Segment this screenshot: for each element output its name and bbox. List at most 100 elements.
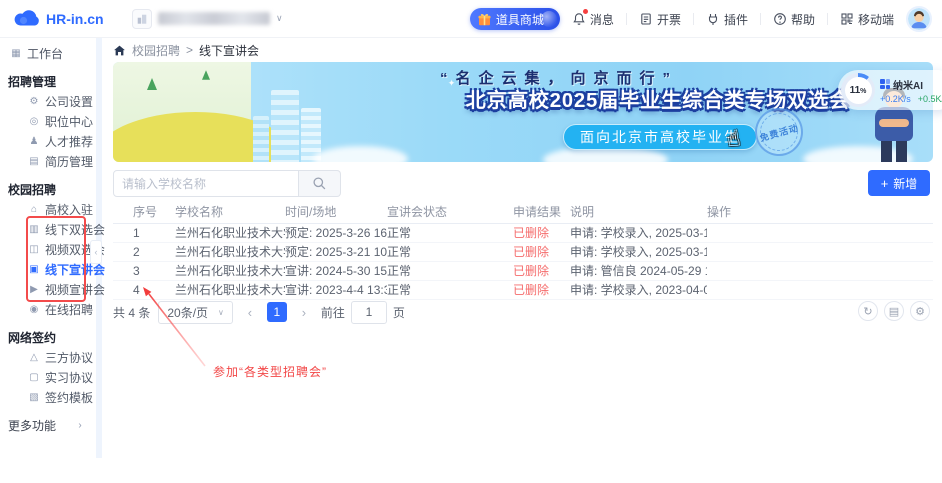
table-row[interactable]: 1 兰州石化职业技术大学 预定: 2025-3-26 16:30 正常 已删除 … <box>113 223 933 242</box>
upload-speed: +0.2K/s <box>880 94 911 104</box>
sidebar-item-tripartite[interactable]: △ 三方协议 <box>0 347 96 367</box>
add-button[interactable]: + 新增 <box>868 170 930 196</box>
company-name-redacted <box>158 12 270 25</box>
sidebar-item-label: 职位中心 <box>45 113 93 130</box>
nav-plugins[interactable]: 插件 <box>706 11 748 28</box>
sidebar-item-offline-fair[interactable]: ▥ 线下双选会 <box>0 219 96 239</box>
goto-page: 前往 页 <box>321 301 405 324</box>
prev-page-button[interactable]: ‹ <box>241 302 259 322</box>
job-fair-banner[interactable]: “名企云集，向京而行” 北京高校2025届毕业生综合类专场双选会 面向北京市高校… <box>113 62 933 162</box>
cell-no: 2 <box>113 242 175 261</box>
page-size-select[interactable]: 20条/页 ∨ <box>158 301 233 324</box>
company-settings-icon: ⚙ <box>28 96 40 107</box>
cell-result: 已删除 <box>513 242 570 261</box>
cell-no: 1 <box>113 223 175 242</box>
cell-time: 预定: 2025-3-21 10:00 <box>285 242 387 261</box>
internship-icon: ▢ <box>28 372 40 383</box>
search-input[interactable] <box>113 170 299 197</box>
sidebar-item-online-recruit[interactable]: ◉ 在线招聘 <box>0 299 96 319</box>
company-selector[interactable]: ∨ <box>132 9 283 29</box>
logo-text: HR-in.cn <box>46 11 104 27</box>
cell-no: 3 <box>113 261 175 280</box>
app-logo[interactable]: HR-in.cn <box>0 10 120 27</box>
col-status: 宣讲会状态 <box>387 200 513 223</box>
sidebar-item-offline-talk[interactable]: ▣ 线下宣讲会 <box>0 259 96 279</box>
goto-page-input[interactable] <box>351 301 387 324</box>
nav-invoice-label: 开票 <box>657 11 681 28</box>
nav-messages[interactable]: 消息 <box>572 11 614 28</box>
sidebar-collapse-handle[interactable]: ‹ <box>90 240 102 264</box>
columns-button[interactable]: ▤ <box>884 301 904 321</box>
person-legs <box>881 141 907 162</box>
chevron-right-icon: › <box>74 420 86 431</box>
table-row[interactable]: 3 兰州石化职业技术大学 宣讲: 2024-5-30 15:30 正常 已删除 … <box>113 261 933 280</box>
divider <box>827 13 828 25</box>
sidebar-more-label: 更多功能 <box>8 417 56 434</box>
sidebar-item-internship[interactable]: ▢ 实习协议 <box>0 367 96 387</box>
nav-mobile-label: 移动端 <box>858 11 894 28</box>
search-button[interactable] <box>299 170 341 197</box>
sidebar-item-label: 实习协议 <box>45 369 93 386</box>
refresh-button[interactable]: ↻ <box>858 301 878 321</box>
cell-status: 正常 <box>387 223 513 242</box>
home-icon <box>113 44 126 57</box>
sidebar-item-company-settings[interactable]: ⚙ 公司设置 <box>0 91 96 111</box>
cell-time: 宣讲: 2024-5-30 15:30 <box>285 261 387 280</box>
cpu-percent-value: 11 <box>850 85 861 96</box>
banner-art-building <box>271 90 299 162</box>
sidebar-item-video-fair[interactable]: ◫ 视频双选会 <box>0 239 96 259</box>
sidebar-item-video-talk[interactable]: ▶ 视频宣讲会 <box>0 279 96 299</box>
current-page-button[interactable]: 1 <box>267 302 287 322</box>
cell-status: 正常 <box>387 242 513 261</box>
sidebar-item-more[interactable]: 更多功能 › <box>0 415 96 435</box>
cell-actions <box>707 242 933 261</box>
tripartite-icon: △ <box>28 352 40 363</box>
main-content: 校园招聘 > 线下宣讲会 “名企云集，向京而行” 北京高校2025届毕业生综合类… <box>102 38 942 483</box>
banner-art-field <box>113 62 251 162</box>
nav-help[interactable]: 帮助 <box>773 11 815 28</box>
cell-school: 兰州石化职业技术大学 <box>175 223 285 242</box>
cell-actions <box>707 280 933 299</box>
col-no: 序号 <box>113 200 175 223</box>
person-arm <box>879 119 909 127</box>
nav-mobile[interactable]: 移动端 <box>840 11 894 28</box>
sidebar-item-job-center[interactable]: ◎ 职位中心 <box>0 111 96 131</box>
offline-fair-icon: ▥ <box>28 224 40 235</box>
col-time: 时间/场地 <box>285 200 387 223</box>
sidebar-item-resume-mgmt[interactable]: ▤ 简历管理 <box>0 151 96 171</box>
net-monitor-widget[interactable]: 11% 纳米AI +0.2K/s +0.5K/s <box>838 70 942 110</box>
sidebar-item-workbench[interactable]: ▦ 工作台 <box>0 43 96 63</box>
plus-icon: + <box>881 176 889 191</box>
settings-button[interactable]: ⚙ <box>910 301 930 321</box>
logo-cloud-icon <box>13 10 41 27</box>
divider <box>693 13 694 25</box>
sign-template-icon: ▧ <box>28 392 40 403</box>
sidebar-item-school-entry[interactable]: ⌂ 高校入驻 <box>0 199 96 219</box>
breadcrumb-section[interactable]: 校园招聘 <box>132 42 180 59</box>
sidebar-item-label: 在线招聘 <box>45 301 93 318</box>
job-center-icon: ◎ <box>28 116 40 127</box>
cell-result: 已删除 <box>513 223 570 242</box>
cell-note: 申请: 学校录入, 2025-03-17 10:19 <box>570 223 707 242</box>
table-row[interactable]: 4 兰州石化职业技术大学 宣讲: 2023-4-4 13:30 正常 已删除 申… <box>113 280 933 299</box>
cell-note: 申请: 学校录入, 2025-03-17 10:19 <box>570 242 707 261</box>
sidebar-item-label: 人才推荐 <box>45 133 93 150</box>
mall-button[interactable]: 道具商城 <box>470 8 560 30</box>
table-row[interactable]: 2 兰州石化职业技术大学 预定: 2025-3-21 10:00 正常 已删除 … <box>113 242 933 261</box>
cell-time: 宣讲: 2023-4-4 13:30 <box>285 280 387 299</box>
sidebar-item-sign-template[interactable]: ▧ 签约模板 <box>0 387 96 407</box>
sidebar-item-talent-recommend[interactable]: ♟ 人才推荐 <box>0 131 96 151</box>
cell-no: 4 <box>113 280 175 299</box>
nav-invoice[interactable]: 开票 <box>639 11 681 28</box>
cell-note: 申请: 管信良 2024-05-29 16:52 <box>570 261 707 280</box>
sidebar-item-label: 高校入驻 <box>45 201 93 218</box>
divider <box>760 13 761 25</box>
pagination-total: 共 4 条 <box>113 304 150 321</box>
cpu-gauge: 11% <box>841 73 875 107</box>
user-avatar[interactable] <box>906 6 932 32</box>
next-page-button[interactable]: › <box>295 302 313 322</box>
cell-actions <box>707 223 933 242</box>
sidebar-item-label: 线下双选会 <box>45 221 105 238</box>
breadcrumb-current: 线下宣讲会 <box>199 42 259 59</box>
monitor-details: 纳米AI +0.2K/s +0.5K/s <box>880 77 942 104</box>
